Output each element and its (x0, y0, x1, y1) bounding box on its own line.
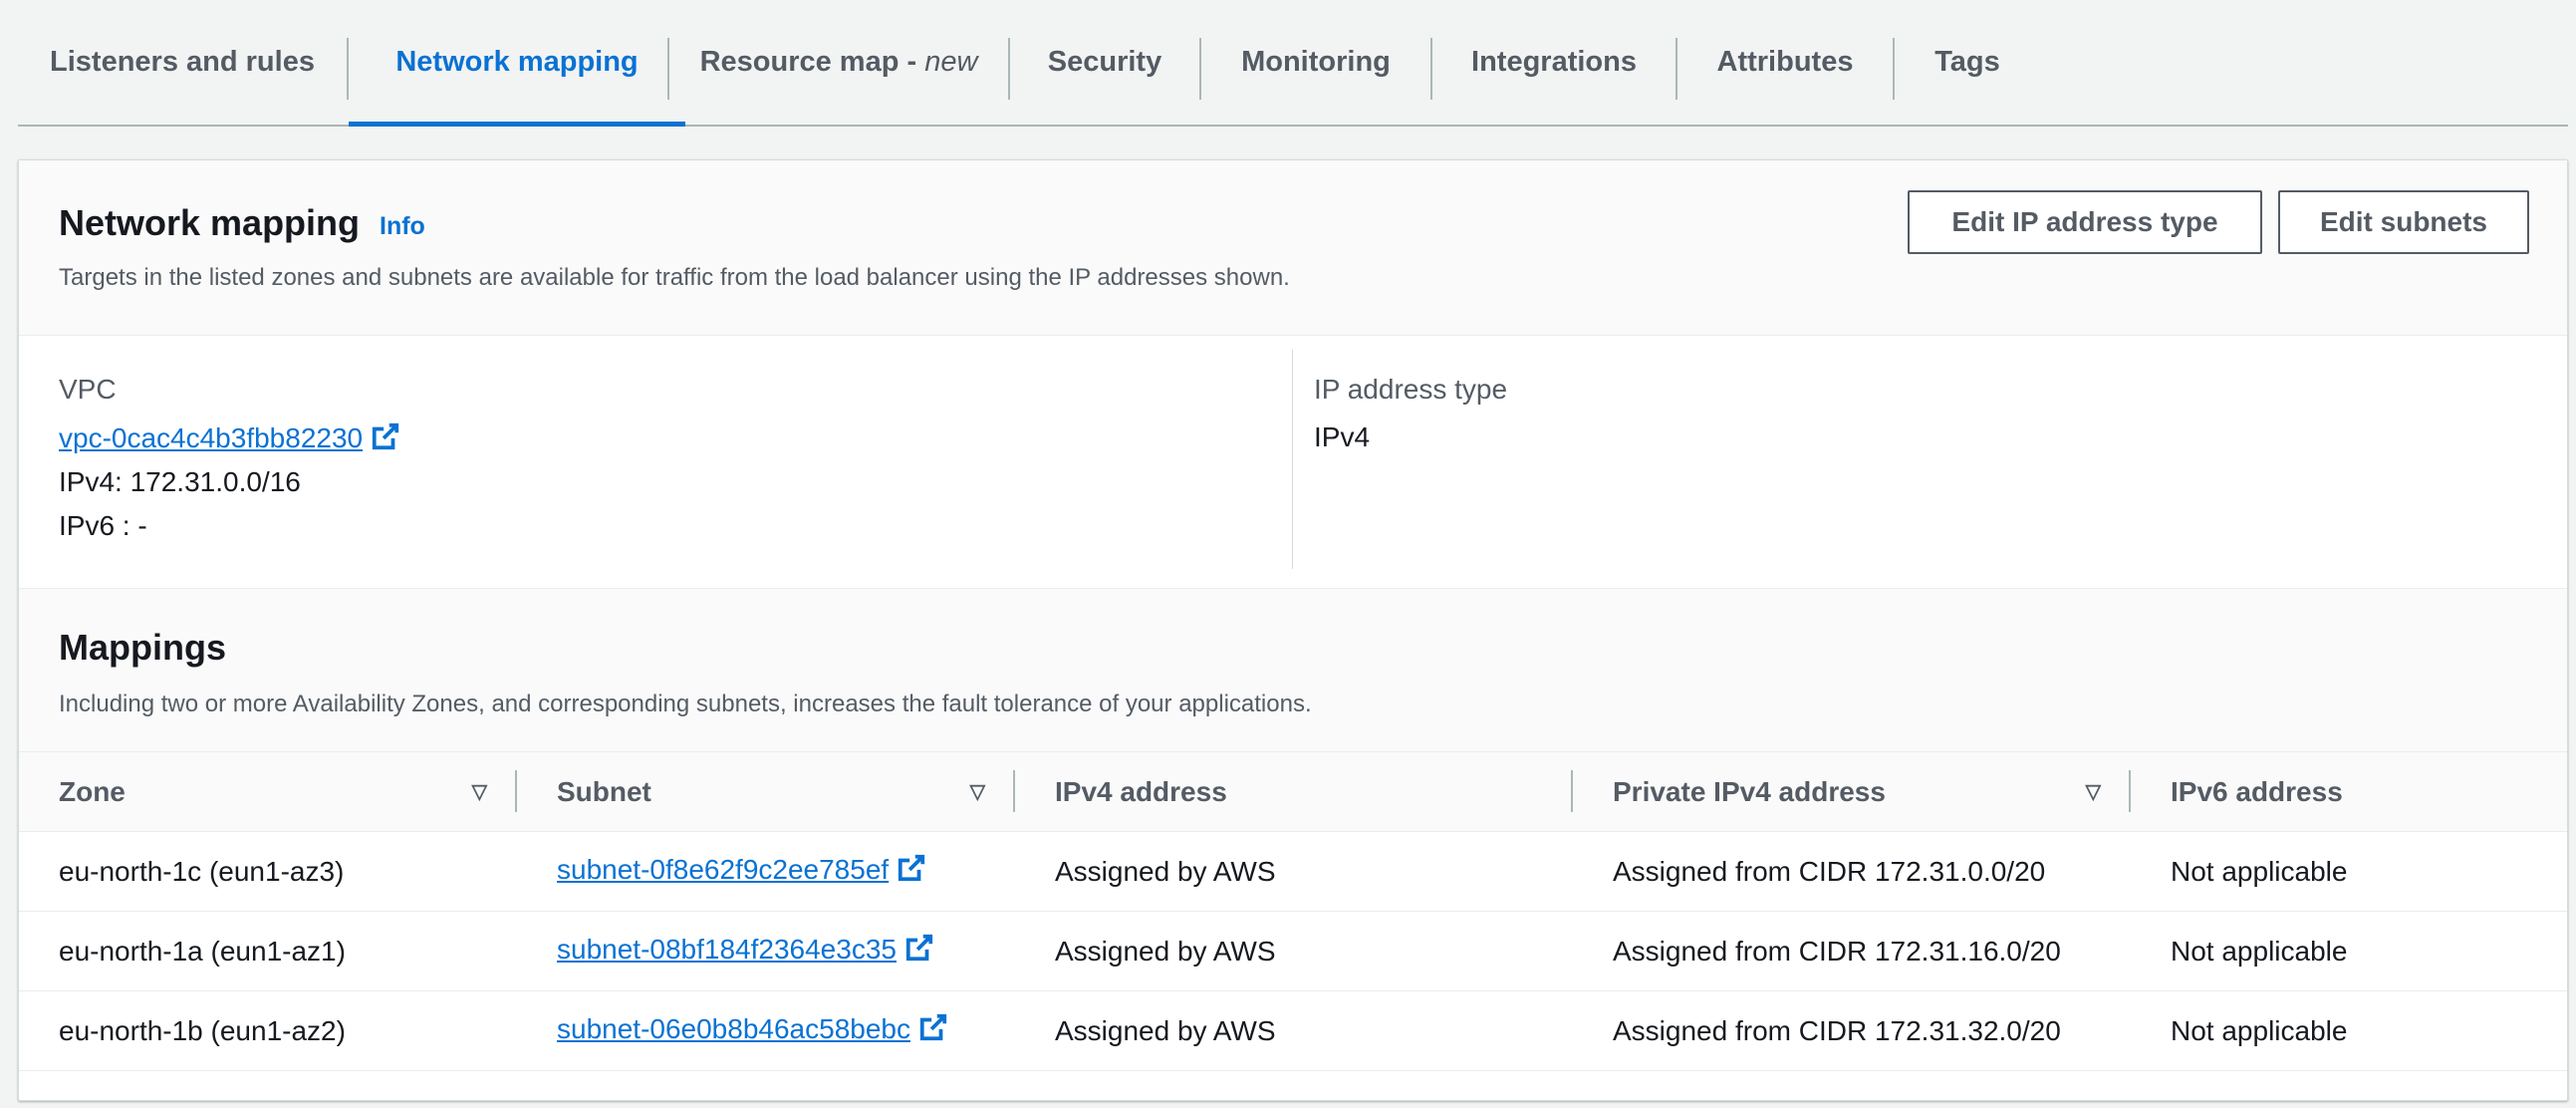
tab-resource-map-label: Resource map - (699, 46, 917, 78)
ipv4-cell: Assigned by AWS (1055, 935, 1276, 967)
ipv4-cell: Assigned by AWS (1055, 1014, 1276, 1046)
subnet-cell: subnet-06e0b8b46ac58bebc (517, 991, 1015, 1071)
column-header-label: Subnet (557, 775, 651, 807)
external-link-icon[interactable] (897, 853, 926, 890)
ipv6-cell: Not applicable (2171, 1014, 2348, 1046)
tab-monitoring[interactable]: Monitoring (1201, 0, 1430, 125)
tab-listeners-and-rules[interactable]: Listeners and rules (18, 0, 347, 125)
vpc-link-row: vpc-0cac4c4b3fbb82230 (59, 421, 400, 458)
edit-subnets-button[interactable]: Edit subnets (2278, 190, 2529, 254)
ipv4-cell: Assigned by AWS (1055, 855, 1276, 887)
vpc-label: VPC (59, 374, 117, 405)
mappings-table: Zone ▽ Subnet ▽ IPv4 address Private IPv4 … (19, 751, 2567, 1071)
ipv6-cell: Not applicable (2171, 935, 2348, 967)
tab-security[interactable]: Security (1010, 0, 1199, 125)
column-divider (1292, 350, 1293, 569)
column-header-ipv4: IPv4 address (1015, 752, 1573, 832)
mappings-description: Including two or more Availability Zones… (59, 691, 1312, 717)
column-header-label: IPv6 address (2171, 775, 2343, 807)
external-link-icon[interactable] (918, 1012, 948, 1049)
table-row: eu-north-1a (eun1-az1) subnet-08bf184f23… (19, 912, 2567, 991)
column-header-ipv6: IPv6 address (2131, 752, 2567, 832)
subnet-link[interactable]: subnet-06e0b8b46ac58bebc (557, 1013, 910, 1044)
tab-integrations[interactable]: Integrations (1432, 0, 1675, 125)
zone-cell: eu-north-1b (eun1-az2) (59, 1014, 346, 1046)
tab-resource-map[interactable]: Resource map - new (669, 0, 1008, 125)
tab-network-mapping[interactable]: Network mapping (349, 0, 685, 127)
subnet-cell: subnet-08bf184f2364e3c35 (517, 912, 1015, 991)
tab-tags[interactable]: Tags (1895, 0, 2040, 125)
sort-caret-icon[interactable]: ▽ (970, 779, 985, 804)
private-ipv4-cell: Assigned from CIDR 172.31.32.0/20 (1613, 1014, 2061, 1046)
column-header-zone[interactable]: Zone ▽ (19, 752, 517, 832)
column-header-label: Private IPv4 address (1613, 775, 1886, 807)
table-row: eu-north-1b (eun1-az2) subnet-06e0b8b46a… (19, 991, 2567, 1071)
container-header: Network mapping Info Targets in the list… (19, 160, 2567, 336)
vpc-details: VPC vpc-0cac4c4b3fbb82230 IPv4: 172.31.0… (19, 336, 2567, 589)
sort-caret-icon[interactable]: ▽ (472, 779, 487, 804)
column-header-label: IPv4 address (1055, 775, 1227, 807)
external-link-icon[interactable] (371, 421, 400, 458)
tab-attributes[interactable]: Attributes (1677, 0, 1893, 125)
network-mapping-container: Network mapping Info Targets in the list… (18, 159, 2568, 1101)
zone-cell: eu-north-1a (eun1-az1) (59, 935, 346, 967)
table-row: eu-north-1c (eun1-az3) subnet-0f8e62f9c2… (19, 832, 2567, 912)
mappings-title: Mappings (59, 627, 226, 668)
column-header-label: Zone (59, 775, 126, 807)
zone-cell: eu-north-1c (eun1-az3) (59, 855, 345, 887)
vpc-id-link[interactable]: vpc-0cac4c4b3fbb82230 (59, 422, 363, 453)
ipv6-cell: Not applicable (2171, 855, 2348, 887)
tab-bar: Listeners and rules Network mapping Reso… (18, 0, 2568, 127)
column-header-subnet[interactable]: Subnet ▽ (517, 752, 1015, 832)
table-header-row: Zone ▽ Subnet ▽ IPv4 address Private IPv4 … (19, 751, 2567, 832)
ip-address-type-label: IP address type (1314, 374, 1508, 405)
header-description: Targets in the listed zones and subnets … (59, 264, 1290, 291)
tab-new-badge: new (924, 46, 978, 78)
subnet-link[interactable]: subnet-0f8e62f9c2ee785ef (557, 854, 889, 885)
subnet-cell: subnet-0f8e62f9c2ee785ef (517, 832, 1015, 912)
info-link[interactable]: Info (380, 212, 425, 241)
vpc-ipv6: IPv6 : - (59, 510, 147, 541)
vpc-ipv4: IPv4: 172.31.0.0/16 (59, 466, 301, 497)
external-link-icon[interactable] (904, 933, 934, 970)
page-title: Network mapping (59, 202, 361, 243)
private-ipv4-cell: Assigned from CIDR 172.31.0.0/20 (1613, 855, 2046, 887)
edit-ip-address-type-button[interactable]: Edit IP address type (1908, 190, 2262, 254)
sort-caret-icon[interactable]: ▽ (2086, 779, 2101, 804)
ip-address-type-value: IPv4 (1314, 421, 1371, 452)
column-header-private-ipv4[interactable]: Private IPv4 address ▽ (1573, 752, 2131, 832)
subnet-link[interactable]: subnet-08bf184f2364e3c35 (557, 934, 897, 965)
mappings-header: Mappings Including two or more Availabil… (19, 589, 2567, 751)
private-ipv4-cell: Assigned from CIDR 172.31.16.0/20 (1613, 935, 2061, 967)
